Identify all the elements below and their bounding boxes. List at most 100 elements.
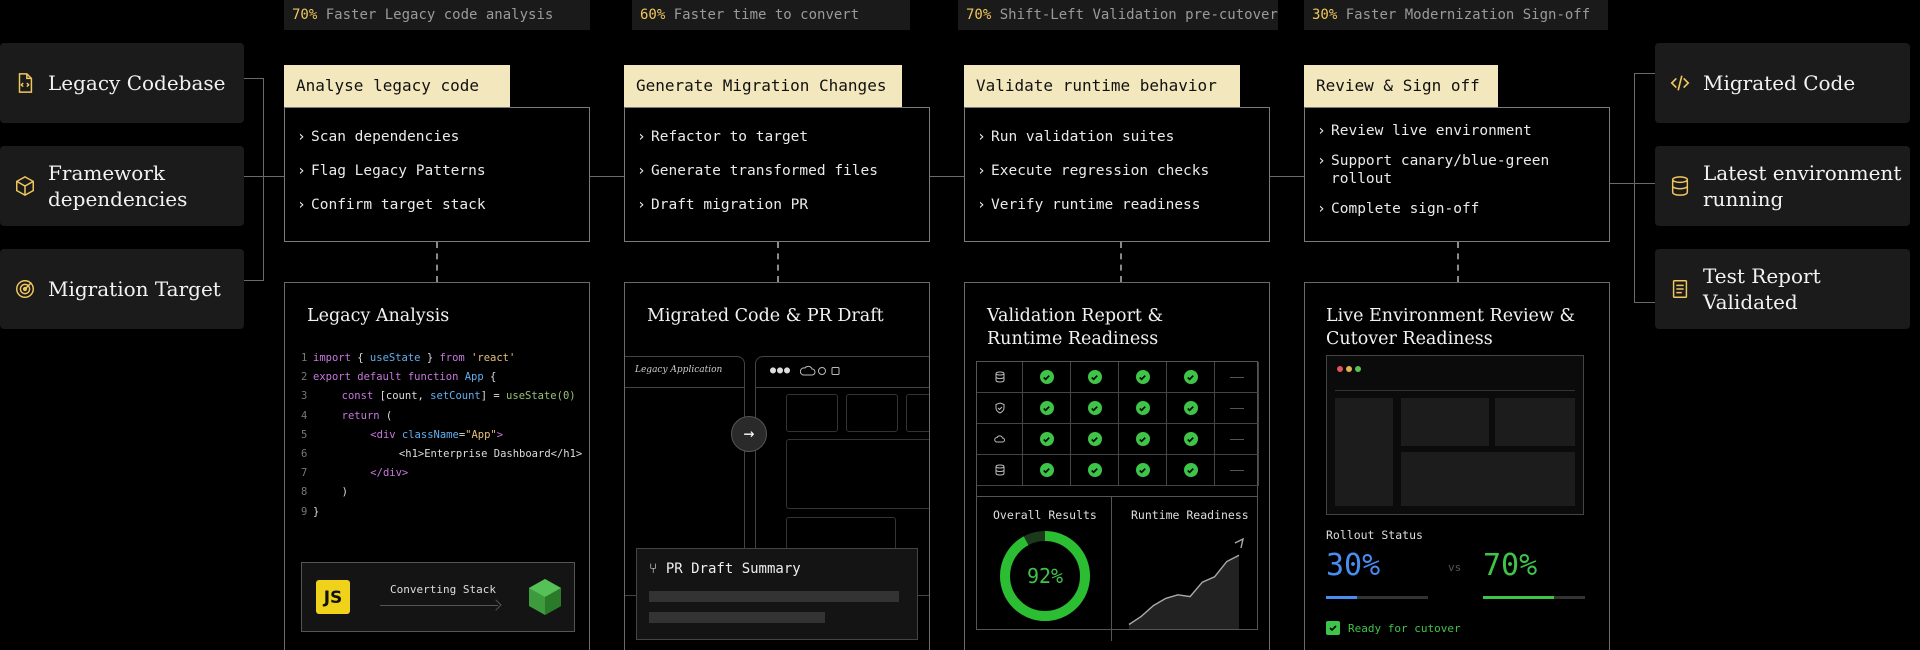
step-item-label: Scan dependencies: [311, 129, 460, 145]
dashed-connector: [1457, 242, 1459, 282]
js-badge-label: JS: [323, 588, 343, 608]
dashed-connector: [436, 242, 438, 282]
cube-icon: [16, 175, 34, 197]
cloud-icon: [800, 365, 840, 376]
code-line: 3 const [count, setCount] = useState(0): [301, 390, 576, 402]
results-vdivider: [1111, 496, 1112, 641]
connector: [1634, 73, 1635, 303]
ready-status: Ready for cutover: [1326, 621, 1461, 635]
overall-results-value: 92%: [1026, 564, 1064, 588]
line-number: 8: [301, 486, 308, 499]
dash-mark: [1229, 407, 1244, 409]
code-line: 4 return (: [301, 410, 392, 422]
green-rollout-value: 70%: [1483, 548, 1538, 583]
connector: [1270, 176, 1304, 177]
connector: [244, 78, 264, 79]
step-item-label: Support canary/blue-green rollout: [1331, 153, 1550, 187]
card-title: Live Environment Review & Cutover Readin…: [1326, 306, 1576, 349]
code-token: App: [464, 371, 484, 384]
connector: [1634, 183, 1655, 184]
step-item-label: Verify runtime readiness: [991, 197, 1201, 213]
dots-icon: ●●●: [770, 365, 792, 376]
converting-stack-panel: JS Converting Stack: [301, 562, 575, 632]
grid-check-cell: [1071, 424, 1119, 455]
metric-label: Faster Legacy code analysis: [325, 7, 554, 23]
runtime-readiness-trend: [1128, 537, 1245, 629]
input-label: Migration Target: [48, 277, 221, 301]
step-item: › Complete sign-off: [1317, 200, 1597, 218]
dashed-connector: [777, 242, 779, 282]
code-token: (: [385, 409, 393, 422]
input-card-legacy-codebase: Legacy Codebase: [0, 43, 244, 123]
dashed-connector: [1120, 242, 1122, 282]
code-token: <div: [370, 428, 402, 441]
step-item: › Confirm target stack: [297, 196, 577, 214]
check-circle-icon: [1087, 432, 1102, 446]
pr-placeholder-line: [649, 612, 825, 623]
metric-label: Faster Modernization Sign-off: [1345, 7, 1591, 23]
grid-check-cell: [1167, 455, 1215, 486]
arrow-line: [380, 605, 498, 606]
connector: [590, 176, 624, 177]
check-circle-icon: [1183, 401, 1198, 415]
chevron-right-icon: ›: [637, 163, 646, 179]
check-circle-icon: [1183, 432, 1198, 446]
step-item-label: Execute regression checks: [991, 163, 1210, 179]
step-box-generate: › Refactor to target › Generate transforme…: [624, 107, 930, 242]
legacy-app-label: Legacy Application: [635, 365, 723, 375]
code-token: [count,: [379, 390, 431, 403]
check-circle-icon: [1135, 370, 1150, 384]
step-item-label: Review live environment: [1331, 123, 1532, 139]
trend-arrow-head-icon: [1234, 537, 1245, 549]
check-circle-icon: [1039, 463, 1054, 477]
grid-check-cell: [1023, 424, 1071, 455]
line-number: 5: [301, 428, 308, 441]
chevron-right-icon: ›: [977, 197, 986, 213]
checkbox-checked-icon: [1326, 621, 1340, 635]
dash-mark: [1229, 469, 1244, 471]
metric-strip-validation: 70% Shift-Left Validation pre-cutover: [958, 0, 1278, 30]
database-icon: [1671, 176, 1689, 196]
code-line: 6 <h1>Enterprise Dashboard</h1>: [301, 448, 582, 460]
code-token: "App": [465, 428, 497, 441]
grid-row-icon-cell: [977, 362, 1023, 393]
card-title: Legacy Analysis: [307, 306, 450, 326]
results-divider: [976, 496, 1258, 497]
metric-percent: 70%: [292, 7, 318, 23]
line-number: 2: [301, 371, 308, 384]
rollout-status-label: Rollout Status: [1326, 528, 1423, 542]
code-token: const: [341, 390, 380, 403]
grid-check-cell: [1119, 424, 1167, 455]
line-number: 1: [301, 352, 308, 364]
code-token: setCount: [430, 390, 481, 403]
runtime-readiness-label: Runtime Readiness: [1131, 508, 1249, 522]
line-number: 9: [301, 505, 308, 518]
target-icon: [16, 280, 34, 298]
legacy-analysis-card: Legacy Analysis 1 import { useState } fro…: [284, 282, 590, 650]
grid-check-cell: [1167, 362, 1215, 393]
grid-check-cell: [1023, 455, 1071, 486]
step-item-label: Run validation suites: [991, 129, 1175, 145]
step-item: › Run validation suites: [977, 128, 1257, 146]
output-card-latest-environment: Latest environment running: [1655, 146, 1910, 226]
chevron-right-icon: ›: [297, 163, 306, 179]
check-circle-icon: [1087, 401, 1102, 415]
dash-mark: [1229, 438, 1244, 440]
grid-empty-cell: [1215, 455, 1259, 486]
vs-label: vs: [1448, 561, 1462, 574]
step-item: › Execute regression checks: [977, 162, 1257, 180]
connector: [263, 78, 264, 281]
dash-mark: [1229, 376, 1244, 378]
placeholder-block: [906, 394, 929, 432]
chevron-right-icon: ›: [297, 197, 306, 213]
connector: [1634, 302, 1655, 303]
metric-label: Shift-Left Validation pre-cutover: [999, 7, 1278, 23]
code-token: ] =: [480, 390, 507, 403]
grid-check-cell: [1119, 362, 1167, 393]
step-items: › Review live environment › Support canary…: [1305, 108, 1609, 218]
check-circle-icon: [1135, 463, 1150, 477]
check-circle-icon: [1039, 432, 1054, 446]
migrated-code-card: Migrated Code & PR Draft Legacy Applicat…: [624, 282, 930, 650]
pr-draft-header: ⑂ PR Draft Summary: [649, 561, 801, 577]
